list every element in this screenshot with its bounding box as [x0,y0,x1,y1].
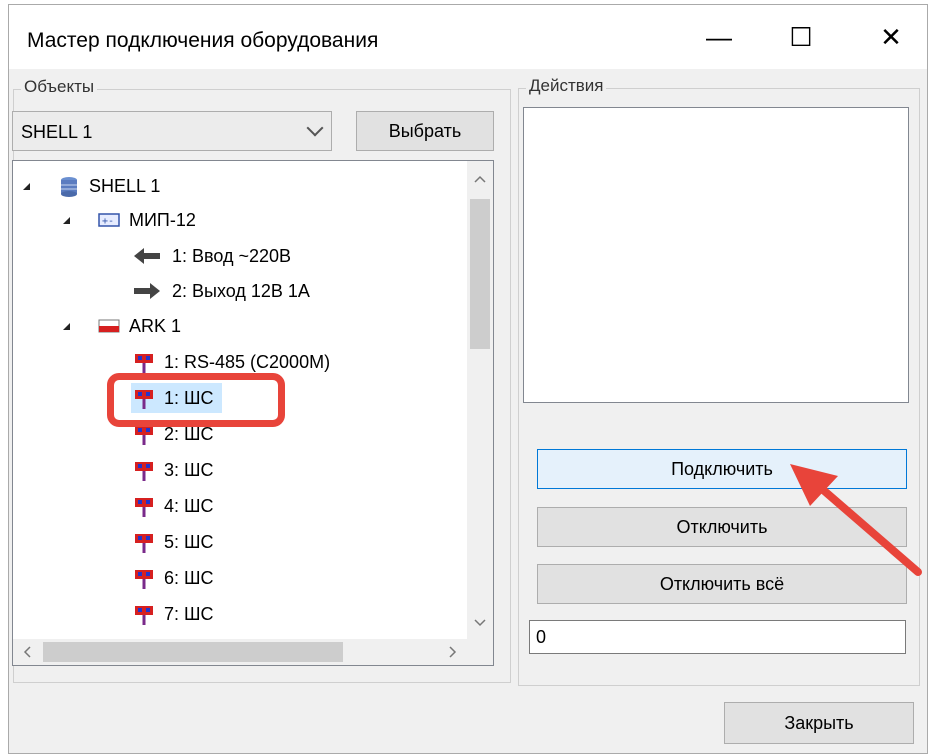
tree-item-label: 1: ШС [164,387,214,408]
close-window-button[interactable]: ✕ [855,5,927,69]
scroll-down-icon[interactable] [467,610,493,636]
annotation-arrow-icon [790,464,922,576]
expand-triangle-icon[interactable] [23,182,30,190]
scroll-up-icon[interactable] [467,167,493,193]
tree-item[interactable]: ARK 1 [63,311,181,341]
arrow-left-icon [133,246,163,266]
tree-item[interactable]: 4: ШС [133,491,214,521]
objects-tree[interactable]: SHELL 1 +- МИП-12 1: Ввод ~220В 2: Выход 12В… [12,160,494,666]
counter-field[interactable]: 0 [529,620,906,654]
power-supply-icon: +- [98,210,120,230]
close-icon: ✕ [880,21,902,52]
horizontal-scrollbar[interactable] [13,639,493,665]
connector-icon [133,532,155,553]
scroll-left-icon[interactable] [15,639,41,665]
tree-item[interactable]: +- МИП-12 [63,205,196,235]
tree-item[interactable]: 7: ШС [133,599,214,629]
tree-item-label: 1: RS-485 (C2000M) [164,351,331,372]
objects-group-legend: Объекты [21,77,98,97]
connector-icon [133,604,155,625]
minimize-button[interactable]: — [683,5,755,69]
tree-item[interactable]: 3: ШС [133,455,214,485]
expand-triangle-icon[interactable] [63,322,70,330]
close-button[interactable]: Закрыть [724,702,914,744]
objects-combo-value: SHELL 1 [21,122,93,142]
connector-icon [133,496,155,517]
tree-item-label: 2: ШС [164,423,214,444]
window-title: Мастер подключения оборудования [27,29,379,52]
tree-item-label: SHELL 1 [89,175,161,196]
tree-item-label: 4: ШС [164,495,214,516]
chevron-down-icon [306,119,324,137]
connector-icon [133,388,155,409]
maximize-button[interactable]: ☐ [765,5,837,69]
title-bar[interactable]: Мастер подключения оборудования — ☐ ✕ [9,5,927,69]
tree-item[interactable]: 6: ШС [133,563,214,593]
horizontal-scroll-thumb[interactable] [43,642,343,662]
tree-item-label: ARK 1 [129,315,182,336]
tree-item-label: 2: Выход 12В 1А [172,280,310,301]
connector-icon [133,424,155,445]
tree-item-label: МИП-12 [129,209,196,230]
tree-item[interactable]: 2: Выход 12В 1А [133,276,310,306]
scroll-right-icon[interactable] [439,639,465,665]
connector-icon [133,352,155,373]
tree-item[interactable]: 5: ШС [133,527,214,557]
tree-item-label: 1: Ввод ~220В [172,245,292,266]
expand-triangle-icon[interactable] [63,216,70,224]
actions-list[interactable] [523,107,909,403]
actions-group-legend: Действия [526,76,607,96]
tree-item-label: 3: ШС [164,459,214,480]
tree-item[interactable]: 1: RS-485 (C2000M) [133,347,330,377]
connector-icon [133,568,155,589]
scroll-corner [467,639,493,665]
tree-item-label: 7: ШС [164,603,214,624]
maximize-icon: ☐ [789,21,813,52]
tree-item[interactable]: 2: ШС [133,419,214,449]
minimize-icon: — [706,21,732,52]
tree-item-label: 5: ШС [164,531,214,552]
vertical-scrollbar[interactable] [467,161,493,640]
connector-icon [133,460,155,481]
arrow-right-icon [133,281,163,301]
tree-item-label: 6: ШС [164,567,214,588]
vertical-scroll-thumb[interactable] [470,199,490,349]
device-icon [98,316,120,336]
svg-text:+-: +- [102,216,114,227]
tree-item[interactable]: 1: ШС [131,383,222,413]
select-button[interactable]: Выбрать [356,111,494,151]
tree-item[interactable]: SHELL 1 [23,171,160,201]
objects-combo[interactable]: SHELL 1 [12,111,332,151]
database-icon [58,176,80,197]
tree-item[interactable]: 1: Ввод ~220В [133,241,291,271]
